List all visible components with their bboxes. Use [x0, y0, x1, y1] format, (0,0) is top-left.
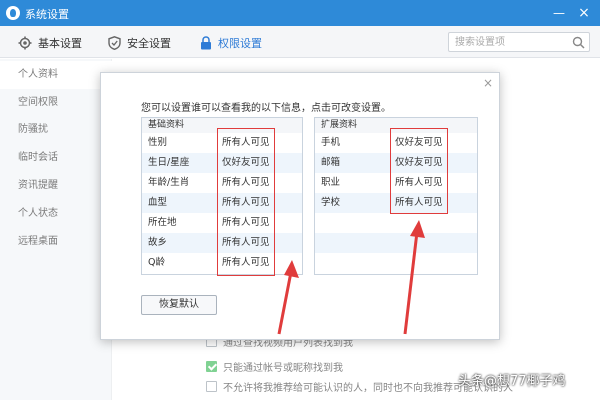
visibility-value[interactable]: 所有人可见 — [222, 233, 270, 253]
basic-info-panel: 基础资料 性别 所有人可见 生日/星座 仅好友可见 年龄/生肖 所有人可见 血型 所有人… — [141, 117, 303, 275]
tab-security-label: 安全设置 — [127, 37, 171, 50]
tab-privacy-settings[interactable]: 权限设置 — [200, 34, 262, 52]
shield-icon — [108, 36, 121, 50]
visibility-value[interactable]: 所有人可见 — [222, 133, 270, 153]
visibility-value[interactable]: 仅好友可见 — [395, 133, 443, 153]
search-icon[interactable] — [572, 36, 585, 49]
table-row[interactable]: 血型 所有人可见 — [142, 193, 302, 213]
visibility-value[interactable]: 所有人可见 — [222, 213, 270, 233]
table-row[interactable]: 职业 所有人可见 — [315, 173, 477, 193]
table-row[interactable]: 学校 所有人可见 — [315, 193, 477, 213]
table-row[interactable]: 手机 仅好友可见 — [315, 133, 477, 153]
table-row[interactable]: 所在地 所有人可见 — [142, 213, 302, 233]
lock-icon — [201, 36, 211, 50]
visibility-value[interactable]: 所有人可见 — [395, 173, 443, 193]
watermark-text: 头条@想77椰子鸡 — [458, 374, 566, 389]
visibility-value[interactable]: 所有人可见 — [395, 193, 443, 213]
dialog-close-button[interactable]: × — [483, 76, 493, 90]
tab-basic-settings[interactable]: 基本设置 — [18, 34, 82, 52]
title-bar: 系统设置 — × — [0, 0, 600, 26]
restore-defaults-button[interactable]: 恢复默认 — [141, 295, 217, 315]
tab-privacy-label: 权限设置 — [218, 37, 262, 50]
settings-search-box[interactable] — [448, 32, 590, 52]
visibility-value[interactable]: 仅好友可见 — [395, 153, 443, 173]
minimize-button[interactable]: — — [550, 4, 568, 22]
table-row[interactable]: Q龄 所有人可见 — [142, 253, 302, 273]
tab-basic-label: 基本设置 — [38, 37, 82, 50]
window-title: 系统设置 — [25, 8, 69, 21]
table-row[interactable]: 性别 所有人可见 — [142, 133, 302, 153]
extended-info-panel: 扩展资料 手机 仅好友可见 邮箱 仅好友可见 职业 所有人可见 学校 所有人可见 — [314, 117, 478, 275]
table-row[interactable]: 年龄/生肖 所有人可见 — [142, 173, 302, 193]
search-input[interactable] — [449, 33, 567, 51]
visibility-value[interactable]: 仅好友可见 — [222, 153, 270, 173]
tab-security-settings[interactable]: 安全设置 — [108, 34, 171, 52]
extended-info-header: 扩展资料 — [315, 118, 477, 133]
privacy-visibility-dialog: × 您可以设置谁可以查看我的以下信息，点击可改变设置。 基础资料 性别 所有人可见… — [100, 72, 500, 340]
close-window-button[interactable]: × — [575, 4, 593, 22]
gear-icon — [18, 36, 32, 50]
table-row[interactable]: 邮箱 仅好友可见 — [315, 153, 477, 173]
app-logo-icon — [6, 6, 20, 20]
table-row[interactable]: 故乡 所有人可见 — [142, 233, 302, 253]
table-row[interactable]: 生日/星座 仅好友可见 — [142, 153, 302, 173]
visibility-value[interactable]: 所有人可见 — [222, 253, 270, 273]
basic-info-header: 基础资料 — [142, 118, 302, 133]
visibility-value[interactable]: 所有人可见 — [222, 193, 270, 213]
dialog-description: 您可以设置谁可以查看我的以下信息，点击可改变设置。 — [141, 103, 391, 114]
visibility-value[interactable]: 所有人可见 — [222, 173, 270, 193]
